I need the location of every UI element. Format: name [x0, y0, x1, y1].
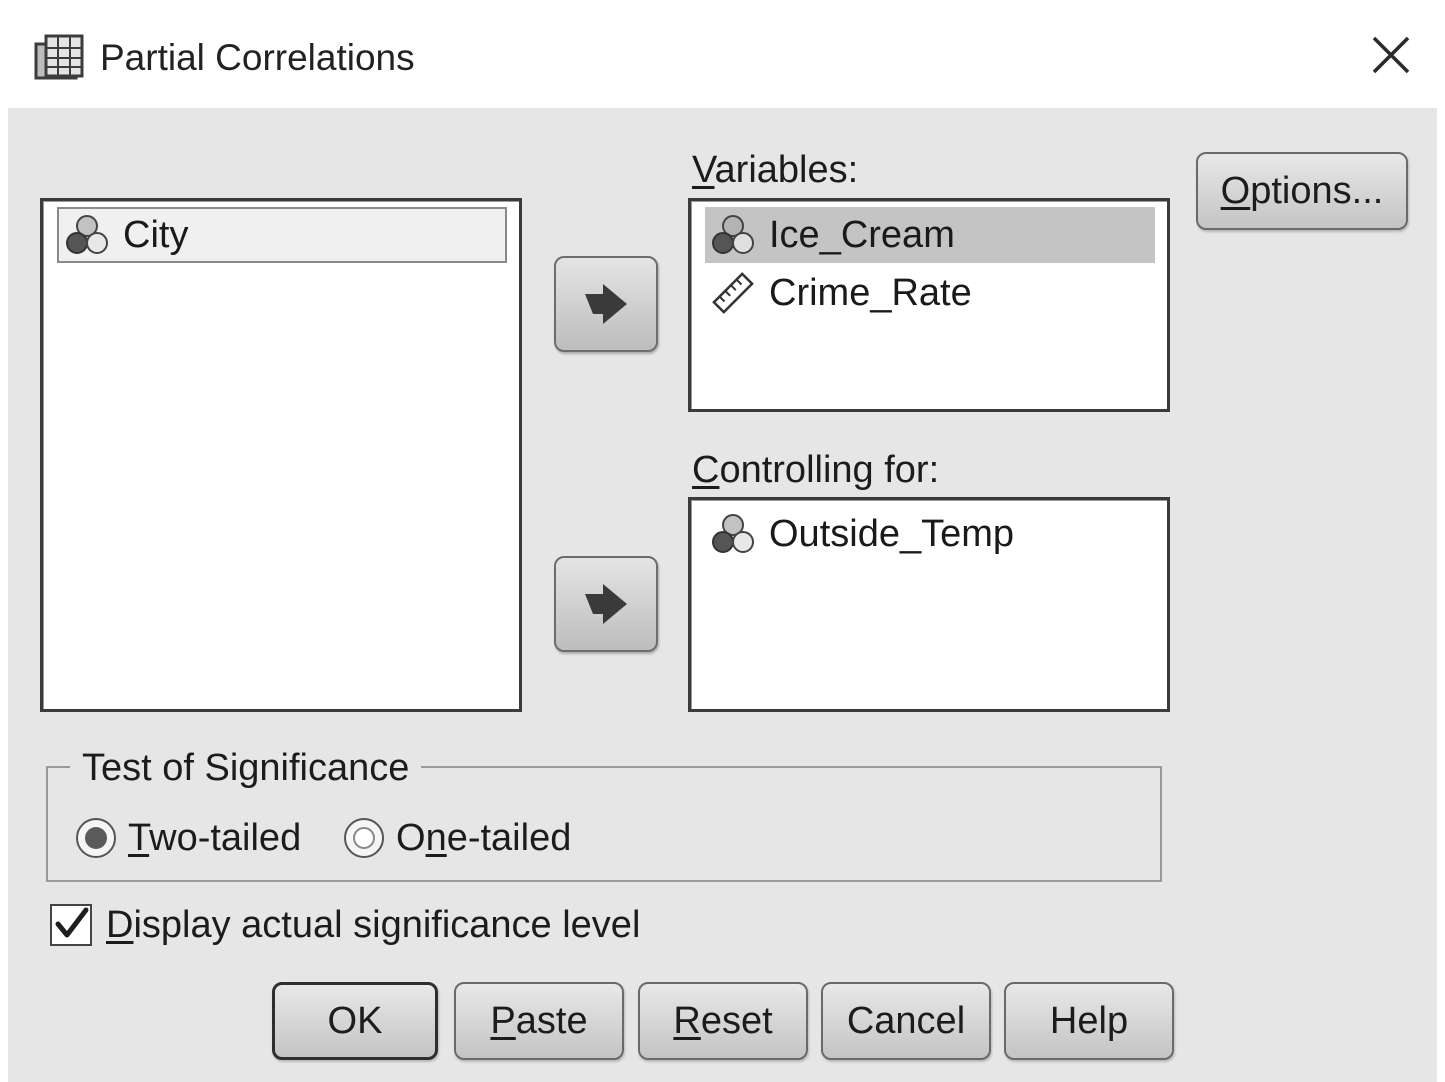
list-item-label: Ice_Cream	[769, 213, 955, 256]
nominal-variable-icon	[712, 514, 754, 553]
list-item[interactable]: City	[57, 207, 507, 263]
list-item-label: Crime_Rate	[769, 271, 972, 314]
scale-variable-icon	[712, 272, 754, 314]
two-tailed-radio[interactable]	[76, 818, 116, 858]
nominal-variable-icon	[66, 215, 108, 254]
list-item-label: City	[123, 213, 189, 256]
ok-button[interactable]: OK	[272, 982, 438, 1060]
controlling-label: Controlling for:	[692, 449, 940, 491]
display-significance-label[interactable]: Display actual significance level	[106, 903, 640, 947]
right-arrow-icon	[585, 584, 627, 624]
reset-button[interactable]: Reset	[638, 982, 808, 1060]
nominal-variable-icon	[712, 215, 754, 254]
radio-unselected-ring	[353, 827, 375, 849]
significance-group-legend: Test of Significance	[70, 746, 422, 790]
list-item[interactable]: Ice_Cream	[705, 207, 1155, 263]
move-to-variables-button[interactable]	[554, 256, 658, 352]
partial-correlations-app-icon	[34, 34, 84, 80]
paste-button[interactable]: Paste	[454, 982, 624, 1060]
help-button[interactable]: Help	[1004, 982, 1174, 1060]
list-item[interactable]: Outside_Temp	[705, 506, 1155, 562]
move-to-controlling-button[interactable]	[554, 556, 658, 652]
display-significance-checkbox[interactable]	[50, 904, 92, 946]
right-arrow-icon	[585, 284, 627, 324]
two-tailed-label[interactable]: Two-tailed	[128, 816, 301, 860]
dialog-title: Partial Correlations	[100, 37, 415, 78]
variables-label: Variables:	[692, 149, 859, 191]
list-item[interactable]: Crime_Rate	[705, 265, 1155, 321]
options-button[interactable]: Options...	[1196, 152, 1408, 230]
controlling-list[interactable]: Outside_Temp	[688, 497, 1170, 712]
one-tailed-radio[interactable]	[344, 818, 384, 858]
variables-list[interactable]: Ice_Cream Crime_Rate	[688, 198, 1170, 412]
radio-selected-dot	[85, 827, 107, 849]
close-icon[interactable]	[1366, 30, 1416, 80]
list-item-label: Outside_Temp	[769, 512, 1015, 555]
checkmark-icon	[55, 907, 89, 938]
cancel-button[interactable]: Cancel	[821, 982, 991, 1060]
source-variable-list[interactable]: City	[40, 198, 522, 712]
one-tailed-label[interactable]: One-tailed	[396, 816, 571, 860]
